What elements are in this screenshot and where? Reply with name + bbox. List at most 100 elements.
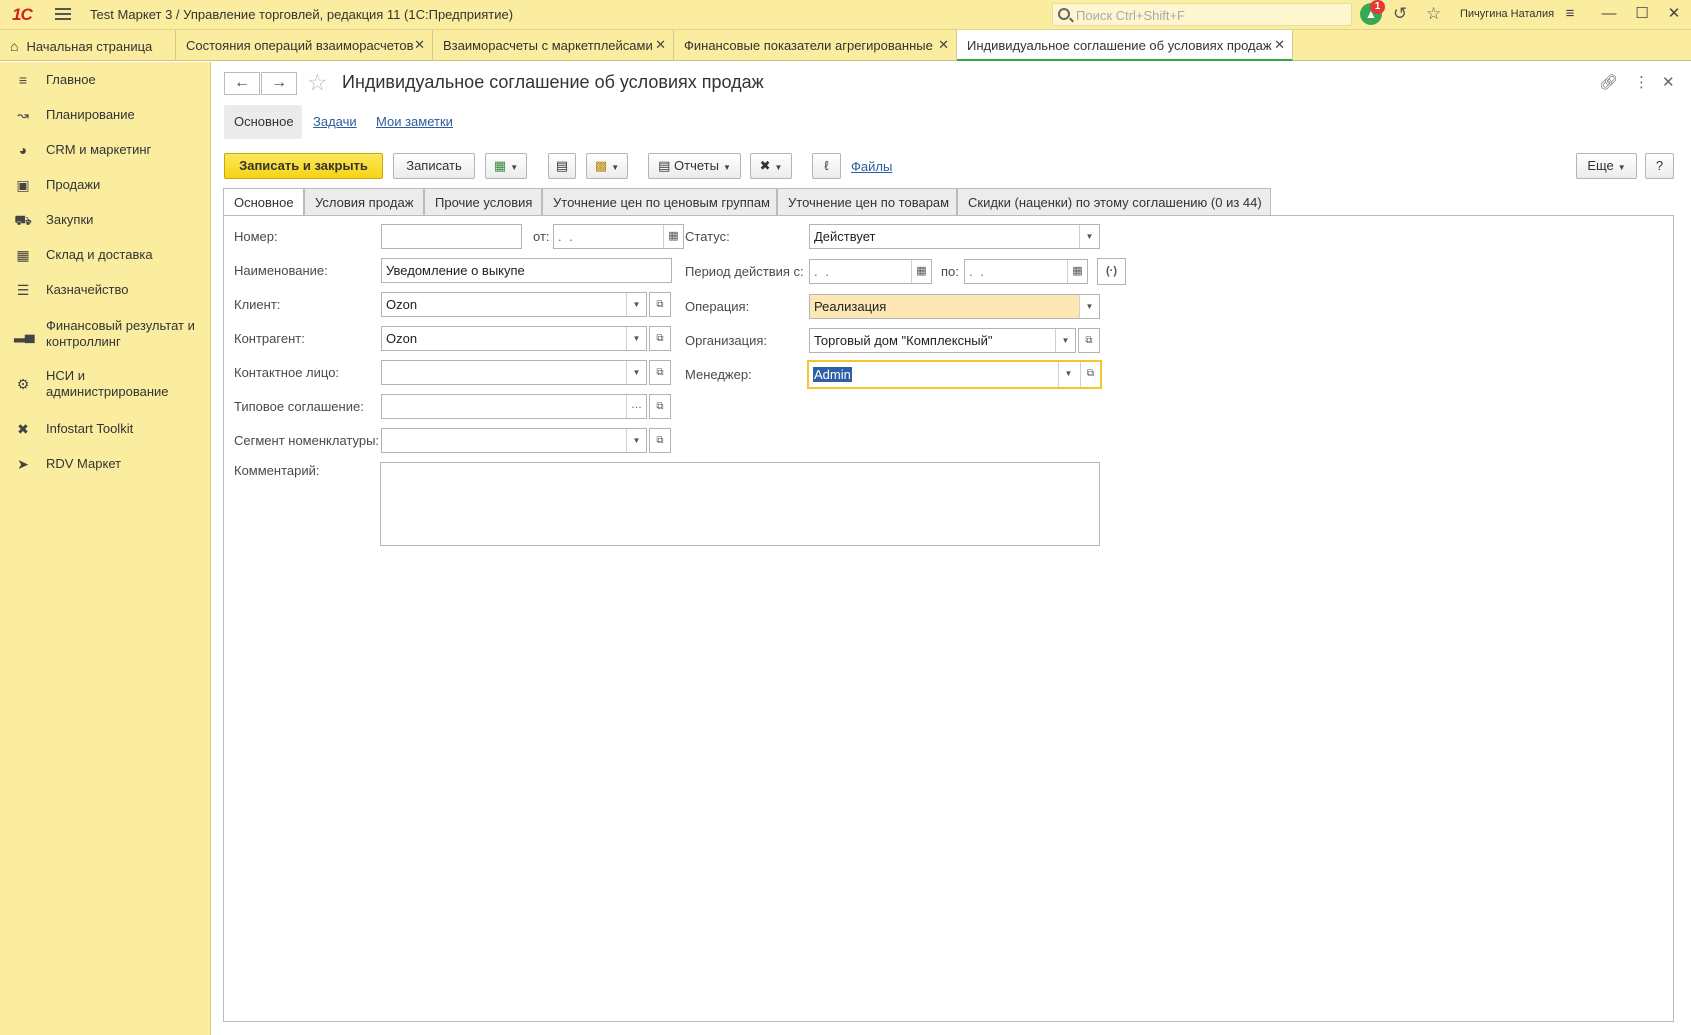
section-notes[interactable]: Мои заметки [376, 105, 463, 139]
comment-textarea[interactable] [380, 462, 1100, 546]
sidebar-item-nsi[interactable]: ⚙ НСИ и администрирование [0, 368, 211, 400]
segment-field[interactable]: ▼ [381, 428, 647, 453]
minimize-button[interactable]: — [1595, 3, 1623, 25]
sidebar-item-label: Склад и доставка [46, 247, 153, 262]
contact-field[interactable]: ▼ [381, 360, 647, 385]
page-tab-item-prices[interactable]: Уточнение цен по товарам [777, 188, 957, 215]
sidebar-item-infostart[interactable]: ✖ Infostart Toolkit [0, 421, 211, 437]
document-list-button[interactable]: ▤ [548, 153, 576, 179]
chevron-down-icon[interactable]: ▼ [626, 361, 646, 384]
history-icon[interactable]: ↺ [1393, 4, 1407, 24]
sidebar-item-treasury[interactable]: ☰ Казначейство [0, 282, 211, 298]
tab-settlement-states[interactable]: Состояния операций взаиморасчетов ✕ [176, 30, 433, 61]
save-and-close-button[interactable]: Записать и закрыть [224, 153, 383, 179]
home-icon: ⌂ [10, 38, 19, 54]
sidebar-item-warehouse[interactable]: ▦ Склад и доставка [0, 247, 211, 263]
main-menu-icon[interactable] [55, 6, 71, 22]
section-main[interactable]: Основное [224, 105, 302, 139]
print-button[interactable]: ▩ ▼ [586, 153, 628, 179]
help-button[interactable]: ? [1645, 153, 1674, 179]
close-tab-icon[interactable]: ✕ [414, 37, 425, 53]
favorites-star-icon[interactable]: ☆ [1426, 4, 1441, 24]
sidebar-item-finance[interactable]: ▂▄ Финансовый результат и контроллинг [0, 318, 211, 350]
organization-field[interactable]: Торговый дом "Комплексный" ▼ [809, 328, 1076, 353]
sidebar-item-sales[interactable]: ▣ Продажи [0, 177, 211, 193]
sidebar-item-crm[interactable]: ◕ CRM и маркетинг [0, 142, 211, 158]
tab-marketplace-settlements[interactable]: Взаиморасчеты с маркетплейсами ✕ [433, 30, 674, 61]
save-button[interactable]: Записать [393, 153, 475, 179]
favorite-star-icon[interactable]: ☆ [307, 69, 328, 96]
tab-home[interactable]: ⌂ Начальная страница [0, 30, 176, 61]
close-tab-icon[interactable]: ✕ [655, 37, 666, 53]
link-icon[interactable]: 🔗︎ [1599, 73, 1618, 91]
tools-button[interactable]: ✖ ▼ [750, 153, 792, 179]
search-input[interactable]: Поиск Ctrl+Shift+F [1052, 3, 1352, 26]
page-tab-discounts[interactable]: Скидки (наценки) по этому соглашению (0 … [957, 188, 1271, 215]
date-label: от: [533, 229, 550, 244]
client-field[interactable]: Ozon ▼ [381, 292, 647, 317]
settings-lines-icon[interactable]: ≡ [1556, 3, 1584, 25]
open-manager-icon[interactable]: ⧉ [1080, 362, 1100, 387]
open-client-icon[interactable]: ⧉ [649, 292, 671, 317]
sidebar-item-main[interactable]: ≡ Главное [0, 72, 211, 88]
tab-financial-indicators[interactable]: Финансовые показатели агрегированные ✕ [674, 30, 957, 61]
ellipsis-icon[interactable]: … [626, 395, 646, 418]
attach-button[interactable]: ℓ [812, 153, 841, 179]
user-name[interactable]: Пичугина Наталия [1460, 8, 1554, 20]
number-field[interactable] [381, 224, 522, 249]
page-tab-other-conditions[interactable]: Прочие условия [424, 188, 542, 215]
page-title: Индивидуальное соглашение об условиях пр… [342, 72, 764, 92]
period-select-button[interactable]: (·) [1097, 258, 1126, 285]
chevron-down-icon[interactable]: ▼ [1055, 329, 1075, 352]
create-based-on-button[interactable]: ▦ ▼ [485, 153, 527, 179]
forward-button[interactable]: → [261, 72, 297, 95]
cart-icon: ⛟ [14, 212, 32, 228]
open-organization-icon[interactable]: ⧉ [1078, 328, 1100, 353]
sidebar-item-rdv[interactable]: ➤ RDV Маркет [0, 456, 211, 472]
period-from-field[interactable]: . . ▦ [809, 259, 932, 284]
chevron-down-icon[interactable]: ▼ [626, 327, 646, 350]
sidebar-item-purchases[interactable]: ⛟ Закупки [0, 212, 211, 228]
open-standard-agreement-icon[interactable]: ⧉ [649, 394, 671, 419]
tab-label: Состояния операций взаиморасчетов [186, 38, 414, 53]
files-link[interactable]: Файлы [851, 159, 892, 174]
chevron-down-icon[interactable]: ▼ [1079, 225, 1099, 248]
coins-icon: ☰ [16, 282, 30, 298]
date-field[interactable]: . . ▦ [553, 224, 684, 249]
calendar-icon[interactable]: ▦ [1067, 260, 1087, 283]
close-window-button[interactable]: ✕ [1660, 3, 1688, 25]
close-form-icon[interactable]: ✕ [1662, 73, 1675, 91]
tools-icon: ✖ [17, 421, 29, 437]
chevron-down-icon[interactable]: ▼ [626, 293, 646, 316]
close-tab-icon[interactable]: ✕ [1274, 37, 1285, 53]
chevron-down-icon[interactable]: ▼ [1079, 295, 1099, 318]
calendar-icon[interactable]: ▦ [911, 260, 931, 283]
counterparty-field[interactable]: Ozon ▼ [381, 326, 647, 351]
open-counterparty-icon[interactable]: ⧉ [649, 326, 671, 351]
status-field[interactable]: Действует ▼ [809, 224, 1100, 249]
more-vertical-icon[interactable]: ⋮ [1634, 73, 1649, 91]
name-field[interactable]: Уведомление о выкупе [381, 258, 672, 283]
reports-button[interactable]: ▤ Отчеты ▼ [648, 153, 741, 179]
warehouse-icon: ▦ [16, 247, 30, 263]
section-tasks[interactable]: Задачи [313, 105, 367, 139]
tab-sales-agreement[interactable]: Индивидуальное соглашение об условиях пр… [957, 30, 1293, 61]
calendar-icon[interactable]: ▦ [663, 225, 683, 248]
manager-field[interactable]: Admin ▼ ⧉ [807, 360, 1102, 389]
chevron-down-icon[interactable]: ▼ [626, 429, 646, 452]
open-contact-icon[interactable]: ⧉ [649, 360, 671, 385]
sidebar-item-label: Планирование [46, 107, 135, 122]
open-segment-icon[interactable]: ⧉ [649, 428, 671, 453]
operation-field[interactable]: Реализация ▼ [809, 294, 1100, 319]
sidebar-item-planning[interactable]: ↝ Планирование [0, 107, 211, 123]
more-button[interactable]: Еще ▼ [1576, 153, 1637, 179]
close-tab-icon[interactable]: ✕ [938, 37, 949, 53]
standard-agreement-field[interactable]: … [381, 394, 647, 419]
page-tab-sales-conditions[interactable]: Условия продаж [304, 188, 424, 215]
chevron-down-icon[interactable]: ▼ [1058, 362, 1078, 387]
page-tab-main[interactable]: Основное [223, 188, 304, 217]
period-to-field[interactable]: . . ▦ [964, 259, 1088, 284]
page-tab-price-groups[interactable]: Уточнение цен по ценовым группам [542, 188, 777, 215]
back-button[interactable]: ← [224, 72, 260, 95]
maximize-button[interactable]: ☐ [1628, 3, 1656, 25]
